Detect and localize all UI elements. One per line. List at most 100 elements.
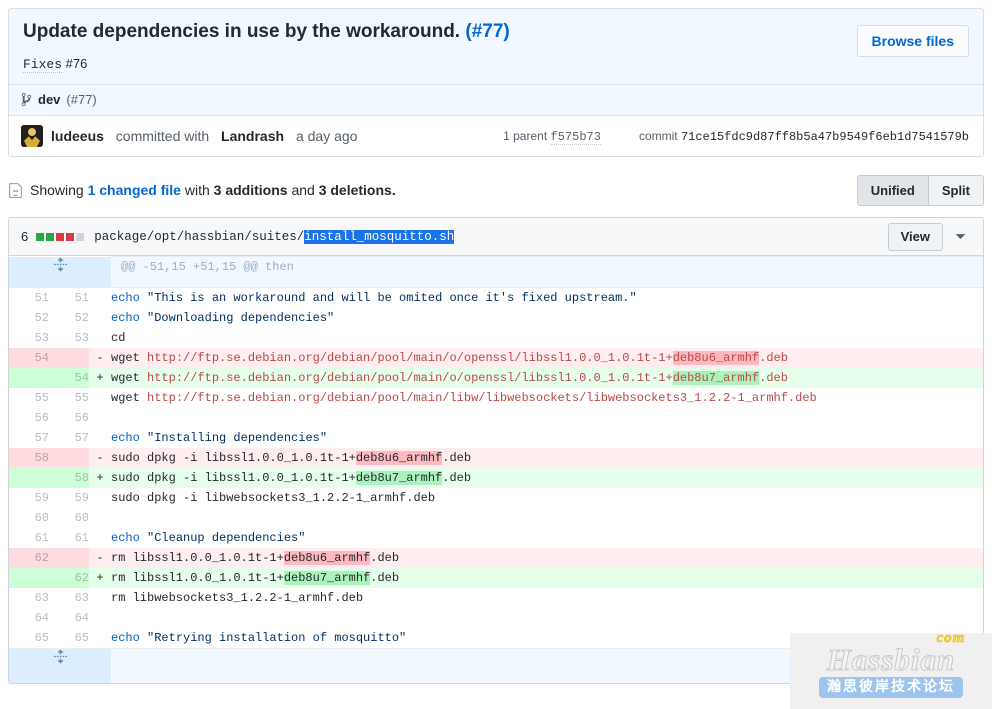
line-number-new[interactable] [49,348,89,369]
line-number-new[interactable]: 51 [49,287,89,309]
file-header: 6 package/opt/hassbian/suites/install_mo… [9,218,983,257]
diff-marker: - [89,548,111,569]
avatar[interactable] [21,125,43,148]
line-number-old[interactable]: 52 [9,308,49,329]
diff-footer-row [9,648,983,684]
commit-title-issue-link[interactable]: (#77) [465,21,509,42]
code-token: rm libssl1.0.0_1.0.1t-1+ [111,571,284,586]
code-token: wget [111,371,148,386]
diff-line-ctx: 59 59 sudo dpkg -i libwebsockets3_1.2.2-1_… [9,488,983,509]
line-number-new[interactable] [49,548,89,569]
line-number-new[interactable]: 63 [49,588,89,609]
line-number-old[interactable] [9,568,49,589]
diff-line-ctx: 57 57 echo "Installing dependencies" [9,428,983,449]
diff-code: cd [111,328,983,348]
line-number-old[interactable]: 56 [9,408,49,429]
line-number-new[interactable]: 57 [49,428,89,449]
line-number-old[interactable]: 60 [9,508,49,529]
code-token: "Downloading dependencies" [147,311,335,326]
parent-sha[interactable]: f575b73 [550,129,601,145]
line-number-new[interactable]: 55 [49,388,89,409]
committed-with-text: committed with [115,128,210,145]
expand-up-down-icon-bottom[interactable] [9,648,111,684]
diff-code: echo "Retrying installation of mosquitto… [111,628,983,649]
diff-code [111,608,983,628]
diff-code: sudo dpkg -i libssl1.0.0_1.0.1t-1+deb8u7… [111,468,983,489]
expand-up-down-icon[interactable] [9,256,111,289]
line-number-old[interactable]: 61 [9,528,49,549]
diff-marker: - [89,448,111,469]
diff-code: sudo dpkg -i libwebsockets3_1.2.2-1_armh… [111,488,983,508]
file-name-selected[interactable]: install_mosquitto.sh [304,229,455,244]
coauthor-username[interactable]: Landrash [221,128,284,144]
commit-author-row: ludeeus committed with Landrash a day ag… [9,115,983,157]
line-number-old[interactable] [9,468,49,489]
diff-marker: + [89,568,111,589]
diff-marker: + [89,368,111,389]
line-number-old[interactable]: 53 [9,328,49,349]
file-diff-icon [8,182,23,199]
branch-name[interactable]: dev [38,92,60,107]
diff-code: wget http://ftp.se.debian.org/debian/poo… [111,348,983,369]
file-path[interactable]: package/opt/hassbian/suites/install_mosq… [94,229,455,244]
diff-line-ctx: 56 56 [9,408,983,429]
line-number-new[interactable] [49,448,89,469]
code-token: echo [111,311,140,326]
line-number-new[interactable]: 53 [49,328,89,349]
diff-marker [89,308,111,328]
line-number-old[interactable]: 65 [9,628,49,649]
code-token: sudo dpkg -i libwebsockets3_1.2.2-1_armh… [111,491,436,506]
commit-description-issue-ref[interactable]: #76 [66,56,88,71]
line-number-old[interactable]: 64 [9,608,49,629]
code-token: "Cleanup dependencies" [147,531,306,546]
diff-code: rm libssl1.0.0_1.0.1t-1+deb8u7_armhf.deb [111,568,983,589]
line-number-new[interactable]: 60 [49,508,89,529]
commit-sha[interactable]: 71ce15fdc9d87ff8b5a47b9549f6eb1d7541579b [681,130,969,144]
unified-view-button[interactable]: Unified [857,175,928,205]
line-number-old[interactable]: 58 [9,448,49,469]
commit-header-box: Update dependencies in use by the workar… [8,8,984,158]
code-token: .deb [442,451,472,466]
code-token: "Installing dependencies" [147,431,328,446]
view-file-button[interactable]: View [887,223,943,251]
changed-files-link[interactable]: 1 changed file [88,182,181,198]
line-number-old[interactable]: 62 [9,548,49,569]
diff-hunk-header-row: @@ -51,15 +51,15 @@ then [9,256,983,289]
line-number-old[interactable]: 51 [9,287,49,309]
diff-marker: - [89,348,111,369]
diff-code: echo "Downloading dependencies" [111,308,983,328]
line-number-new[interactable]: 59 [49,488,89,509]
line-number-new[interactable]: 61 [49,528,89,549]
author-username[interactable]: ludeeus [51,128,104,144]
code-token: echo [111,291,140,306]
code-token: rm libssl1.0.0_1.0.1t-1+ [111,551,284,566]
line-number-new[interactable]: 54 [49,368,89,389]
line-number-old[interactable]: 57 [9,428,49,449]
code-token: wget [111,351,148,366]
line-number-new[interactable]: 65 [49,628,89,649]
line-number-old[interactable] [9,368,49,389]
code-token: deb8u6_armhf [355,451,443,466]
line-number-new[interactable]: 56 [49,408,89,429]
code-token: deb8u7_armhf [355,471,443,486]
split-view-button[interactable]: Split [927,175,983,205]
diff-marker [89,288,111,309]
code-token: .deb [759,351,788,366]
line-number-new[interactable]: 58 [49,468,89,489]
line-number-new[interactable]: 64 [49,608,89,629]
line-number-old[interactable]: 54 [9,348,49,369]
code-token: "This is an workaround and will be omite… [147,291,637,306]
chevron-down-icon[interactable] [947,224,973,250]
browse-files-button[interactable]: Browse files [856,25,969,57]
line-number-new[interactable]: 62 [49,568,89,589]
page-title: Update dependencies in use by the workar… [23,21,969,44]
code-token: .deb [759,371,788,386]
diff-marker [89,608,111,628]
line-number-old[interactable]: 63 [9,588,49,609]
line-number-old[interactable]: 59 [9,488,49,509]
line-number-new[interactable]: 52 [49,308,89,329]
line-number-old[interactable]: 55 [9,388,49,409]
diff-line-ctx: 63 63 rm libwebsockets3_1.2.2-1_armhf.deb [9,588,983,609]
